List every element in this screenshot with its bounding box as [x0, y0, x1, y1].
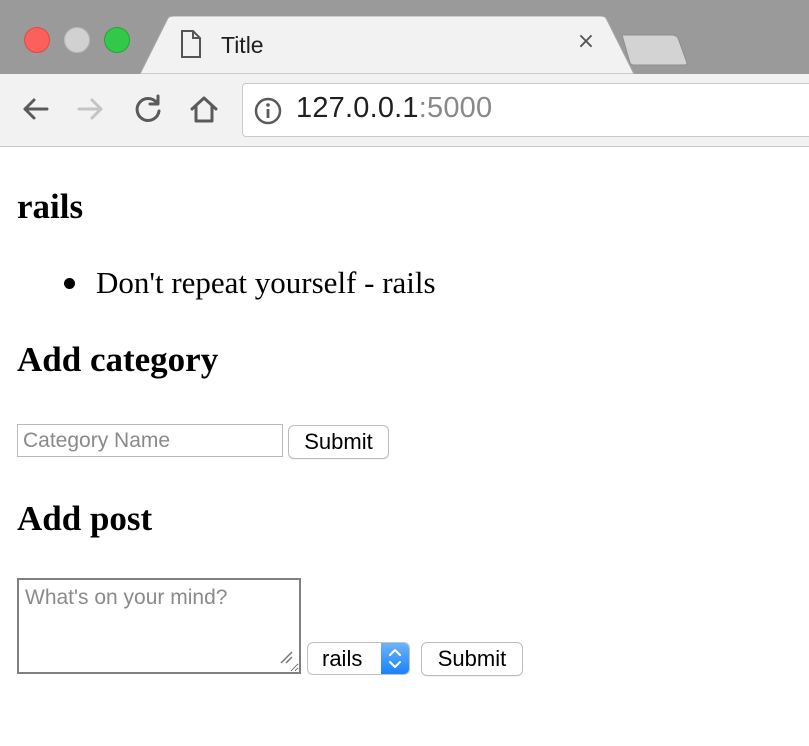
list-item: Don't repeat yourself - rails — [17, 265, 436, 301]
post-list: Don't repeat yourself - rails — [17, 265, 436, 301]
tab-title: Title — [221, 32, 264, 58]
url-port: :5000 — [418, 92, 493, 124]
close-window-button[interactable] — [24, 27, 50, 53]
close-icon[interactable]: × — [574, 30, 598, 54]
submit-post-button[interactable]: Submit — [421, 642, 523, 676]
zoom-window-button[interactable] — [104, 27, 130, 53]
bullet — [64, 278, 75, 289]
resize-handle-icon[interactable] — [279, 650, 293, 664]
select-value: rails — [322, 646, 363, 671]
new-tab-button[interactable] — [620, 34, 690, 66]
add-post-heading: Add post — [17, 499, 153, 538]
reload-icon[interactable] — [133, 94, 163, 124]
minimize-window-button[interactable] — [64, 27, 90, 53]
forward-arrow-icon[interactable] — [76, 94, 106, 124]
post-text: Don't repeat yourself - rails — [96, 265, 436, 300]
info-icon[interactable] — [254, 97, 282, 125]
category-select[interactable]: rails — [307, 642, 410, 675]
add-category-heading: Add category — [17, 340, 219, 379]
home-icon[interactable] — [189, 94, 219, 124]
back-arrow-icon[interactable] — [20, 94, 50, 124]
document-icon — [181, 30, 201, 58]
category-heading: rails — [17, 187, 84, 226]
submit-category-button[interactable]: Submit — [288, 425, 389, 459]
post-textarea[interactable] — [17, 578, 301, 674]
category-name-input[interactable] — [17, 424, 283, 457]
active-tab[interactable] — [140, 16, 640, 74]
select-chevron-icon[interactable] — [381, 643, 409, 674]
url-host: 127.0.0.1 — [296, 92, 419, 124]
url-text[interactable]: 127.0.0.1:5000 — [296, 92, 492, 125]
